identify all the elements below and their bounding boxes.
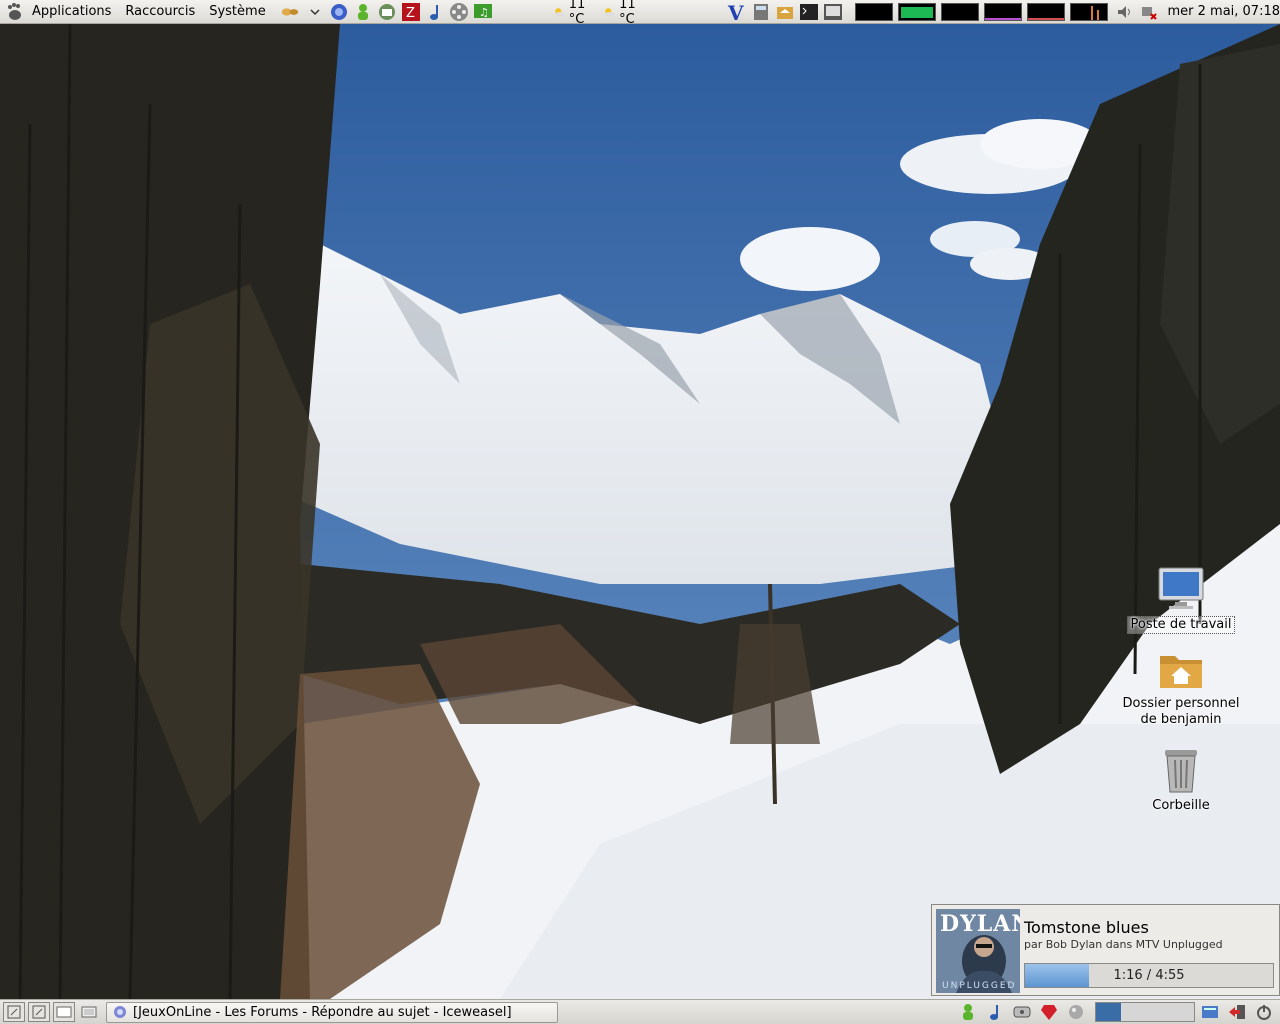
system-menu[interactable]: Système: [202, 0, 272, 24]
cpu-usage-bar[interactable]: [1095, 1002, 1195, 1022]
messenger-status-icon[interactable]: [958, 1002, 978, 1022]
home-folder-icon[interactable]: [775, 2, 795, 22]
top-panel: Applications Raccourcis Système Z ♫ 11 °…: [0, 0, 1280, 27]
workspace-switcher-2[interactable]: [28, 1002, 50, 1022]
trash-label: Corbeille: [1152, 798, 1210, 813]
svg-text:♫: ♫: [479, 6, 489, 19]
album-cover: DYLAN UNPLUGGED: [936, 909, 1020, 993]
network-monitor-graph[interactable]: [941, 2, 980, 21]
song-progress-text: 1:16 / 4:55: [1113, 968, 1185, 983]
svg-text:Z: Z: [406, 6, 415, 21]
terminal-icon[interactable]: [799, 2, 819, 22]
weather-applet[interactable]: 11 °C 11 °C: [553, 0, 650, 27]
weather-temp: 11 °C: [568, 0, 586, 27]
album-subtitle-text: UNPLUGGED: [942, 981, 1017, 991]
film-reel-icon[interactable]: [449, 2, 469, 22]
computer-desktop-icon[interactable]: Poste de travail: [1116, 566, 1246, 634]
calculator-icon[interactable]: [751, 2, 771, 22]
memory-monitor-graph[interactable]: [898, 2, 937, 21]
applications-menu[interactable]: Applications: [25, 0, 118, 24]
ruby-gem-icon[interactable]: [1039, 1002, 1059, 1022]
song-progress-bar: 1:16 / 4:55: [1024, 963, 1274, 988]
chevron-down-icon[interactable]: [305, 2, 325, 22]
weather-temp: 11 °C: [619, 0, 636, 27]
volume-icon[interactable]: [1115, 2, 1135, 22]
computer-label: Poste de travail: [1127, 616, 1235, 634]
disk-monitor-graph[interactable]: [1070, 2, 1109, 21]
vim-icon[interactable]: V: [727, 2, 747, 22]
logout-icon[interactable]: [1227, 1002, 1247, 1022]
file-manager-icon[interactable]: [1200, 1002, 1220, 1022]
clock[interactable]: mer 2 mai, 07:18: [1167, 4, 1280, 19]
taskbar-window-title: [JeuxOnLine - Les Forums - Répondre au s…: [133, 1004, 512, 1020]
trash-icon: [1165, 750, 1197, 793]
sun-cloud-icon: [554, 7, 565, 17]
music-notification[interactable]: DYLAN UNPLUGGED Tomstone blues par Bob D…: [931, 904, 1280, 996]
taskbar-window-button[interactable]: [JeuxOnLine - Les Forums - Répondre au s…: [106, 1001, 558, 1023]
trash-desktop-icon[interactable]: Corbeille: [1116, 746, 1246, 814]
home-folder-desktop-icon[interactable]: Dossier personnel de benjamin: [1116, 648, 1246, 728]
shutdown-icon[interactable]: [1254, 1002, 1274, 1022]
messenger-icon[interactable]: [353, 2, 373, 22]
shortcuts-menu[interactable]: Raccourcis: [118, 0, 202, 24]
sun-cloud-icon: [605, 7, 615, 17]
home-folder-icon: [1160, 656, 1202, 688]
main-menu: Applications Raccourcis Système: [0, 0, 273, 24]
load-monitor-graph[interactable]: [1027, 2, 1066, 21]
home-folder-label-line2: de benjamin: [1140, 712, 1222, 727]
swap-monitor-graph[interactable]: [984, 2, 1023, 21]
music-note-icon[interactable]: [985, 1002, 1005, 1022]
workspace-switcher-3[interactable]: [53, 1002, 75, 1022]
network-disconnected-icon[interactable]: [1139, 2, 1159, 22]
song-artist-album: par Bob Dylan dans MTV Unplugged: [1024, 938, 1223, 951]
audio-player-icon[interactable]: ♫: [473, 2, 493, 22]
desktop-wallpaper: [0, 24, 1280, 999]
filezilla-icon[interactable]: Z: [401, 2, 421, 22]
bottom-panel: [JeuxOnLine - Les Forums - Répondre au s…: [0, 999, 1280, 1024]
album-title-text: DYLAN: [940, 911, 1020, 937]
top-tray: V mer 2 mai, 07:18: [725, 2, 1280, 22]
status-orb-icon[interactable]: [1066, 1002, 1086, 1022]
home-folder-label-line1: Dossier personnel: [1122, 696, 1240, 711]
bottom-tray: [956, 1002, 1280, 1022]
music-note-icon[interactable]: [425, 2, 445, 22]
mail-notifier-icon[interactable]: [1012, 1002, 1032, 1022]
workspace-switcher-1[interactable]: [3, 1002, 25, 1022]
monitor-icon: [1158, 567, 1204, 609]
svg-text:V: V: [727, 2, 744, 22]
launcher-bar: Z ♫: [279, 2, 495, 22]
gnome-foot-icon[interactable]: [5, 2, 25, 22]
cpu-monitor-graph[interactable]: [855, 2, 894, 21]
show-desktop-icon[interactable]: [78, 1002, 100, 1022]
system-monitor-icon[interactable]: [823, 2, 843, 22]
network-icon[interactable]: [281, 2, 301, 22]
song-title: Tomstone blues: [1024, 918, 1149, 937]
mail-client-icon[interactable]: [377, 2, 397, 22]
browser-globe-icon[interactable]: [329, 2, 349, 22]
browser-globe-icon: [114, 1006, 126, 1018]
